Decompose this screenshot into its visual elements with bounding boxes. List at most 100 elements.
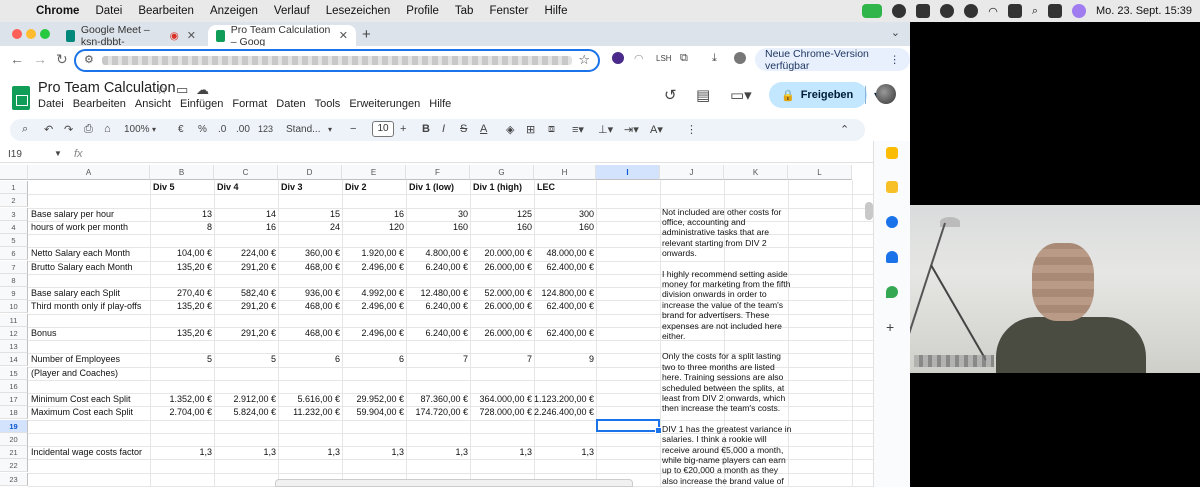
control-center-icon[interactable]	[1047, 4, 1062, 18]
menu-datei[interactable]: Datei	[38, 98, 64, 110]
value-cell[interactable]: 16	[342, 208, 404, 221]
value-cell[interactable]: 124.800,00 €	[534, 287, 594, 300]
row-header[interactable]: 13	[0, 340, 28, 353]
column-header[interactable]: D	[278, 165, 342, 180]
value-cell[interactable]	[214, 367, 276, 380]
value-cell[interactable]: 160	[534, 221, 594, 234]
lsh-extension[interactable]: LSH	[656, 54, 672, 63]
horizontal-align-icon[interactable]: ≡▾	[572, 123, 584, 136]
menu-einfuegen[interactable]: Einfügen	[180, 98, 223, 110]
value-cell[interactable]: 1,3	[342, 446, 404, 459]
row-header[interactable]: 6	[0, 247, 28, 261]
chevron-down-icon[interactable]: ▼	[54, 149, 62, 158]
value-cell[interactable]: 6.240,00 €	[406, 261, 468, 274]
row-header[interactable]: 3	[0, 207, 28, 221]
tray-icon[interactable]	[892, 4, 907, 18]
value-cell[interactable]: 6.240,00 €	[406, 300, 468, 313]
value-cell[interactable]: 4.800,00 €	[406, 247, 468, 260]
add-addon-icon[interactable]: +	[886, 319, 894, 335]
close-window-button[interactable]	[12, 29, 22, 39]
value-cell[interactable]: 160	[470, 221, 532, 234]
close-icon[interactable]: ✕	[187, 29, 196, 42]
borders-icon[interactable]: ⊞	[526, 123, 535, 136]
forward-icon[interactable]: →	[33, 51, 47, 67]
vertical-align-icon[interactable]: ⊥▾	[598, 123, 613, 136]
tasks-icon[interactable]	[886, 216, 898, 228]
clock[interactable]: Mo. 23. Sept. 15:39	[1096, 5, 1192, 17]
extension-icon[interactable]	[612, 52, 624, 64]
row-label-cell[interactable]: hours of work per month	[31, 221, 149, 234]
row-header[interactable]: 1	[0, 181, 28, 194]
site-info-icon[interactable]: ⚙	[84, 53, 94, 66]
cloud-status-icon[interactable]: ☁	[196, 82, 209, 98]
menu-hilfe[interactable]: Hilfe	[429, 98, 451, 110]
tab-google-meet[interactable]: Google Meet – ksn-dbbt- ◉ ✕	[58, 24, 204, 48]
value-cell[interactable]: 174.720,00 €	[406, 406, 468, 419]
column-header[interactable]: E	[342, 165, 406, 180]
row-header[interactable]: 9	[0, 287, 28, 300]
value-cell[interactable]: 6	[278, 353, 340, 366]
more-vert-icon[interactable]: ⋮	[890, 54, 901, 66]
value-cell[interactable]: 59.904,00 €	[342, 406, 404, 419]
menu-erweiterungen[interactable]: Erweiterungen	[349, 98, 420, 110]
value-cell[interactable]: 582,40 €	[214, 287, 276, 300]
value-cell[interactable]: 62.400,00 €	[534, 300, 594, 313]
value-cell[interactable]: 468,00 €	[278, 261, 340, 274]
number-format-button[interactable]: 123	[258, 124, 273, 134]
decrease-font-size-button[interactable]: −	[350, 123, 356, 135]
column-header[interactable]: J	[660, 165, 724, 180]
vertical-scrollbar[interactable]	[865, 202, 873, 220]
value-cell[interactable]: 1,3	[406, 446, 468, 459]
zoom-window-button[interactable]	[40, 29, 50, 39]
siri-icon[interactable]	[1071, 4, 1086, 18]
star-icon[interactable]: ☆	[156, 82, 168, 98]
row-label-cell[interactable]: Brutto Salary each Month	[31, 261, 149, 274]
text-wrap-icon[interactable]: ⇥▾	[624, 123, 639, 136]
value-cell[interactable]: 7	[470, 353, 532, 366]
address-bar[interactable]: ⚙ ☆	[74, 49, 600, 72]
undo-icon[interactable]: ↶	[44, 123, 53, 136]
back-icon[interactable]: ←	[10, 51, 24, 67]
new-tab-button[interactable]: +	[362, 26, 371, 43]
decrease-decimal-button[interactable]: .0	[218, 124, 226, 135]
strikethrough-icon[interactable]: S	[460, 123, 467, 135]
increase-font-size-button[interactable]: +	[400, 123, 406, 135]
row-header[interactable]: 17	[0, 393, 28, 406]
font-size-input[interactable]: 10	[372, 121, 394, 137]
row-label-cell[interactable]: Bonus	[31, 327, 149, 340]
bold-icon[interactable]: B	[422, 123, 430, 135]
value-cell[interactable]	[406, 367, 468, 380]
value-cell[interactable]: 62.400,00 €	[534, 327, 594, 340]
history-icon[interactable]: ↺	[664, 86, 677, 104]
row-header[interactable]: 14	[0, 353, 28, 367]
fill-color-icon[interactable]: ◈	[506, 123, 514, 136]
chevron-down-icon[interactable]: ▾	[328, 125, 332, 134]
maps-icon[interactable]	[886, 286, 898, 298]
menu-datei[interactable]: Datei	[87, 5, 130, 17]
tray-icon[interactable]	[916, 4, 931, 18]
row-header[interactable]: 10	[0, 300, 28, 314]
value-cell[interactable]: 2.912,00 €	[214, 393, 276, 406]
value-cell[interactable]: 104,00 €	[150, 247, 212, 260]
row-header[interactable]: 22	[0, 459, 28, 473]
wifi-icon[interactable]: ◠	[988, 5, 998, 18]
value-cell[interactable]: 135,20 €	[150, 300, 212, 313]
row-label-cell[interactable]: Base salary each Split	[31, 287, 149, 300]
row-header[interactable]: 8	[0, 273, 28, 287]
row-header[interactable]: 16	[0, 379, 28, 393]
value-cell[interactable]: 1,3	[534, 446, 594, 459]
close-icon[interactable]: ✕	[339, 29, 348, 42]
percent-format-button[interactable]: %	[198, 124, 207, 135]
value-cell[interactable]: 2.496,00 €	[342, 261, 404, 274]
value-cell[interactable]: 224,00 €	[214, 247, 276, 260]
tab-search-icon[interactable]: ⌄	[891, 26, 900, 39]
reload-icon[interactable]: ↻	[56, 51, 68, 68]
row-header[interactable]: 2	[0, 194, 28, 208]
merge-cells-icon[interactable]: ⧈	[548, 123, 555, 136]
value-cell[interactable]: 5.616,00 €	[278, 393, 340, 406]
search-icon[interactable]: ⌕	[22, 123, 28, 136]
column-header[interactable]: L	[788, 165, 852, 180]
column-header[interactable]: I	[596, 165, 660, 180]
value-cell[interactable]: 30	[406, 208, 468, 221]
extensions-puzzle-icon[interactable]: ⧉	[680, 52, 688, 65]
